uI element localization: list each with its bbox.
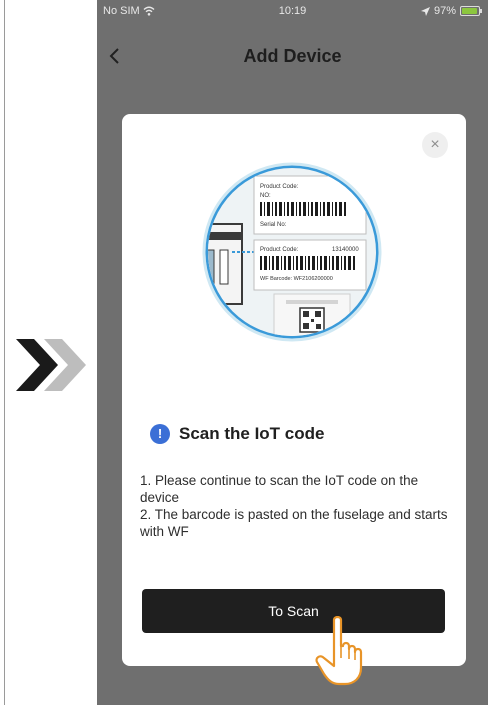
to-scan-button[interactable]: To Scan bbox=[142, 589, 445, 633]
label-product-code-value: 13140000 bbox=[332, 247, 359, 253]
instruction-1: 1. Please continue to scan the IoT code … bbox=[140, 473, 419, 505]
status-bar: No SIM 10:19 97% bbox=[97, 0, 488, 26]
label-wf-barcode: WF Barcode: WF2106200000 bbox=[260, 276, 333, 282]
double-chevron-right-icon bbox=[16, 339, 86, 391]
nav-bar: Add Device bbox=[97, 40, 488, 76]
info-icon: ! bbox=[150, 424, 170, 444]
label-product-code-1: Product Code: bbox=[260, 184, 299, 190]
battery-icon bbox=[460, 6, 482, 16]
device-barcode-illustration: Product Code: NO: Serial No: Product Cod… bbox=[202, 162, 382, 342]
instruction-2: 2. The barcode is pasted on the fuselage… bbox=[140, 507, 448, 539]
label-no: NO: bbox=[260, 193, 271, 199]
left-divider bbox=[0, 0, 5, 705]
instructions: 1. Please continue to scan the IoT code … bbox=[140, 472, 452, 540]
location-arrow-icon bbox=[420, 6, 430, 16]
heading-text: Scan the IoT code bbox=[179, 424, 325, 443]
tap-hand-icon bbox=[315, 616, 363, 686]
close-icon: × bbox=[430, 136, 440, 153]
close-button[interactable]: × bbox=[422, 132, 448, 158]
battery-fill bbox=[462, 8, 478, 14]
dialog-heading: ! Scan the IoT code bbox=[150, 424, 324, 444]
phone-screen: No SIM 10:19 97% Add Device × Product Co… bbox=[97, 0, 488, 705]
battery-percent: 97% bbox=[433, 5, 456, 17]
label-product-code-2: Product Code: bbox=[260, 247, 299, 253]
label-serial-no: Serial No: bbox=[260, 222, 287, 228]
scan-dialog: × Product Code: NO: Serial No: Product C… bbox=[122, 114, 466, 686]
status-right: 97% bbox=[420, 5, 482, 17]
page-title: Add Device bbox=[243, 46, 342, 66]
